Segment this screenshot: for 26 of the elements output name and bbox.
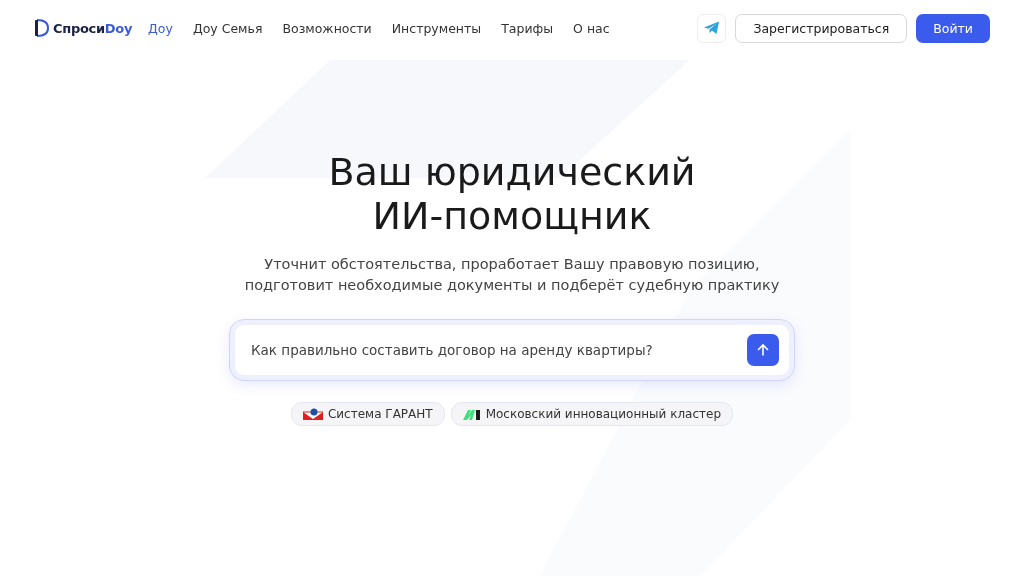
hero-subtitle: подготовит необходимые документы и подберёт судебную практику: [244, 276, 780, 295]
nav-link[interactable]: Тарифы: [501, 20, 554, 36]
partner-badge[interactable]: Московский инновационный кластер: [450, 402, 734, 426]
arrow-up-icon: [756, 343, 770, 357]
nav-link[interactable]: Инструменты: [391, 20, 482, 36]
nav-link[interactable]: Доу Семья: [192, 20, 263, 36]
paper-plane-icon: [703, 21, 720, 35]
cluster-logo-icon: [462, 408, 481, 420]
partner-name: Система ГАРАНТ: [327, 407, 433, 421]
hero-subtitle: Уточнит обстоятельства, проработает Вашу правовую позицию,: [264, 255, 760, 274]
register-button[interactable]: Зарегистрироваться: [735, 13, 908, 43]
login-button[interactable]: Войти: [916, 13, 990, 43]
telegram-button[interactable]: [697, 13, 727, 43]
question-field[interactable]: Как правильно составить договор на аренду квартиры?: [230, 320, 794, 380]
hero-title: ИИ-помощник: [372, 194, 652, 238]
partner-name: Московский инновационный кластер: [485, 407, 722, 421]
question-input[interactable]: Как правильно составить договор на аренду квартиры?: [249, 341, 747, 359]
nav-link[interactable]: Доу: [148, 20, 173, 36]
logo-icon: [34, 18, 50, 38]
nav-link[interactable]: О нас: [573, 20, 610, 36]
send-button[interactable]: [747, 334, 779, 366]
logo-text[interactable]: СпросиDoy: [53, 20, 133, 36]
hero-title: Ваш юридический: [328, 150, 696, 194]
garant-logo-icon: [302, 408, 323, 420]
partner-badge[interactable]: Система ГАРАНТ: [290, 402, 445, 426]
nav-link[interactable]: Возможности: [282, 20, 372, 36]
